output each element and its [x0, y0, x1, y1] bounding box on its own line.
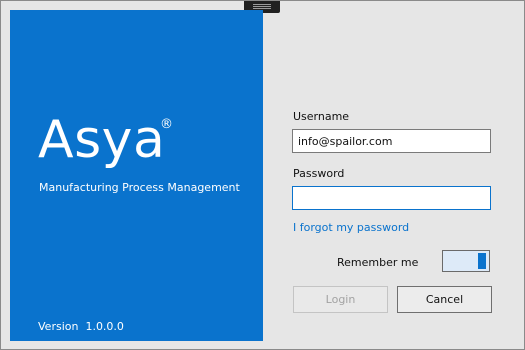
- registered-mark: ®: [160, 117, 173, 132]
- forgot-password-link[interactable]: I forgot my password: [293, 221, 409, 235]
- login-window: Asya ® Manufacturing Process Management …: [0, 0, 525, 350]
- password-input[interactable]: [292, 186, 491, 210]
- version-label: Version 1.0.0.0: [38, 320, 124, 333]
- cancel-button[interactable]: Cancel: [397, 286, 492, 313]
- username-label: Username: [293, 110, 350, 123]
- remember-me-label: Remember me: [337, 256, 419, 269]
- remember-me-toggle[interactable]: [442, 250, 490, 272]
- brand-panel: Asya ® Manufacturing Process Management …: [10, 10, 263, 341]
- password-label: Password: [293, 167, 345, 180]
- grip-line: [253, 6, 271, 7]
- brand-logo-text: Asya: [38, 110, 166, 170]
- grip-line: [253, 8, 271, 9]
- grip-line: [253, 4, 271, 5]
- toggle-thumb: [478, 253, 486, 269]
- brand-tagline: Manufacturing Process Management: [39, 181, 240, 194]
- username-input[interactable]: [292, 129, 491, 153]
- login-button[interactable]: Login: [293, 286, 388, 313]
